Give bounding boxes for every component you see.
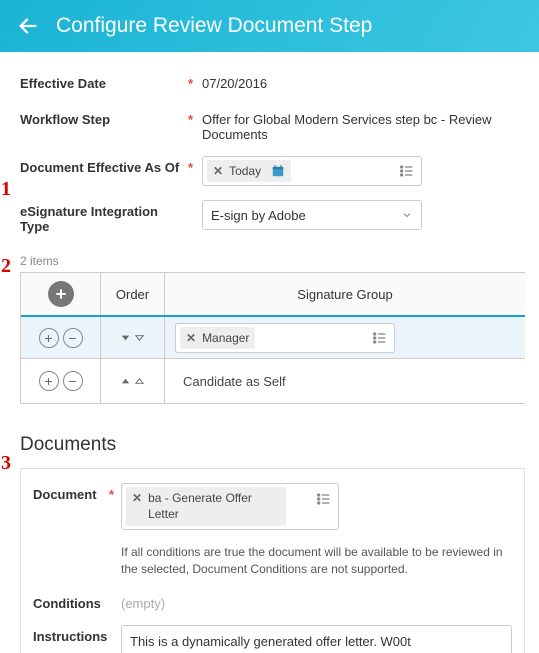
document-chip[interactable]: ✕ ba - Generate Offer Letter	[126, 487, 286, 526]
table-row[interactable]: + − ✕ Manager	[21, 315, 525, 359]
conditions-label: Conditions	[33, 592, 109, 611]
chip-text: Manager	[202, 331, 249, 345]
order-header: Order	[101, 273, 165, 315]
document-label: Document	[33, 483, 109, 502]
page-title: Configure Review Document Step	[56, 14, 372, 38]
row-add-button[interactable]: +	[39, 371, 59, 391]
chip-text: ba - Generate Offer Letter	[148, 491, 280, 522]
required-spacer	[188, 200, 202, 204]
instructions-input[interactable]	[121, 625, 512, 653]
instructions-label: Instructions	[33, 625, 109, 644]
signature-table: Order Signature Group + −	[20, 272, 525, 404]
esig-value: E-sign by Adobe	[211, 208, 306, 223]
chip-text: Today	[229, 164, 261, 178]
list-icon[interactable]	[399, 163, 415, 179]
document-help-text: If all conditions are true the document …	[33, 544, 512, 578]
move-down-solid-icon[interactable]	[120, 332, 131, 343]
signature-group-field[interactable]: ✕ Manager	[175, 323, 395, 353]
calendar-icon	[271, 164, 285, 178]
list-icon[interactable]	[316, 491, 332, 507]
chevron-down-icon	[401, 209, 413, 221]
required-asterisk: *	[188, 156, 202, 175]
group-chip[interactable]: ✕ Manager	[180, 327, 255, 349]
doc-effective-label: Document Effective As Of	[20, 156, 188, 175]
add-row-button[interactable]	[48, 281, 74, 307]
move-up-outline-icon[interactable]	[134, 376, 145, 387]
callout-1: 1	[1, 178, 11, 201]
list-icon[interactable]	[372, 330, 388, 346]
doc-effective-field[interactable]: ✕ Today	[202, 156, 422, 186]
header-bar: Configure Review Document Step	[0, 0, 539, 52]
move-up-solid-icon[interactable]	[120, 376, 131, 387]
remove-chip-icon[interactable]: ✕	[186, 331, 196, 345]
signature-group-value[interactable]: Candidate as Self	[175, 366, 521, 396]
table-row[interactable]: + − Candidate as Self	[21, 359, 525, 403]
conditions-value: (empty)	[121, 592, 165, 611]
back-button[interactable]	[16, 14, 40, 38]
esig-select[interactable]: E-sign by Adobe	[202, 200, 422, 230]
effective-date-value: 07/20/2016	[202, 72, 525, 91]
items-count: 2 items	[20, 248, 525, 272]
document-field[interactable]: ✕ ba - Generate Offer Letter	[121, 483, 339, 530]
row-remove-button[interactable]: −	[63, 371, 83, 391]
effective-date-label: Effective Date	[20, 72, 188, 91]
document-panel: Document * ✕ ba - Generate Offer Letter …	[20, 468, 525, 653]
remove-chip-icon[interactable]: ✕	[132, 491, 142, 505]
esig-label: eSignature Integration Type	[20, 200, 188, 234]
required-asterisk: *	[188, 108, 202, 127]
required-asterisk: *	[109, 483, 121, 502]
callout-3: 3	[1, 452, 11, 475]
workflow-step-label: Workflow Step	[20, 108, 188, 127]
callout-2: 2	[1, 255, 11, 278]
workflow-step-value: Offer for Global Modern Services step bc…	[202, 108, 525, 142]
row-remove-button[interactable]: −	[63, 328, 83, 348]
documents-section-title: Documents	[20, 434, 525, 456]
required-asterisk: *	[188, 72, 202, 91]
doc-effective-chip[interactable]: ✕ Today	[207, 160, 291, 182]
remove-chip-icon[interactable]: ✕	[213, 164, 223, 178]
group-header: Signature Group	[165, 273, 525, 315]
row-add-button[interactable]: +	[39, 328, 59, 348]
move-down-outline-icon[interactable]	[134, 332, 145, 343]
